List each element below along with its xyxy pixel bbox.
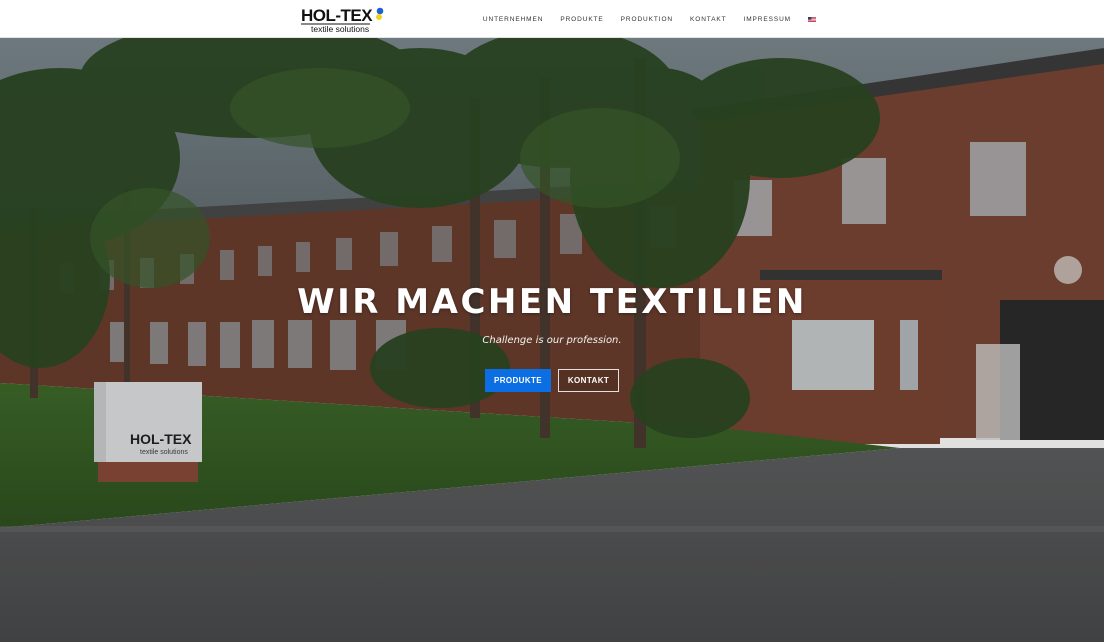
- logo-subtext: textile solutions: [311, 24, 369, 34]
- us-flag-icon[interactable]: [808, 16, 816, 22]
- hero-title: WIR MACHEN TEXTILIEN: [297, 282, 807, 322]
- nav-item-produktion[interactable]: PRODUKTION: [621, 16, 673, 23]
- kontakt-button[interactable]: KONTAKT: [558, 369, 619, 392]
- nav-item-produkte[interactable]: PRODUKTE: [560, 16, 603, 23]
- produkte-button[interactable]: PRODUKTE: [485, 369, 551, 392]
- logo-text: HOL-TEX: [301, 6, 373, 25]
- site-header: HOL-TEX textile solutions UNTERNEHMEN PR…: [0, 0, 1104, 38]
- nav-item-unternehmen[interactable]: UNTERNEHMEN: [483, 16, 543, 23]
- hero-cta-group: PRODUKTE KONTAKT: [0, 369, 1104, 392]
- main-nav: UNTERNEHMEN PRODUKTE PRODUKTION KONTAKT …: [483, 0, 816, 38]
- hero-section: HOL-TEX textile solutions WIR MACHEN TEX…: [0, 38, 1104, 642]
- hol-tex-logo[interactable]: HOL-TEX textile solutions: [300, 4, 386, 34]
- nav-item-impressum[interactable]: IMPRESSUM: [744, 16, 791, 23]
- nav-item-kontakt[interactable]: KONTAKT: [690, 16, 727, 23]
- hero-subtitle: Challenge is our profession.: [482, 335, 622, 346]
